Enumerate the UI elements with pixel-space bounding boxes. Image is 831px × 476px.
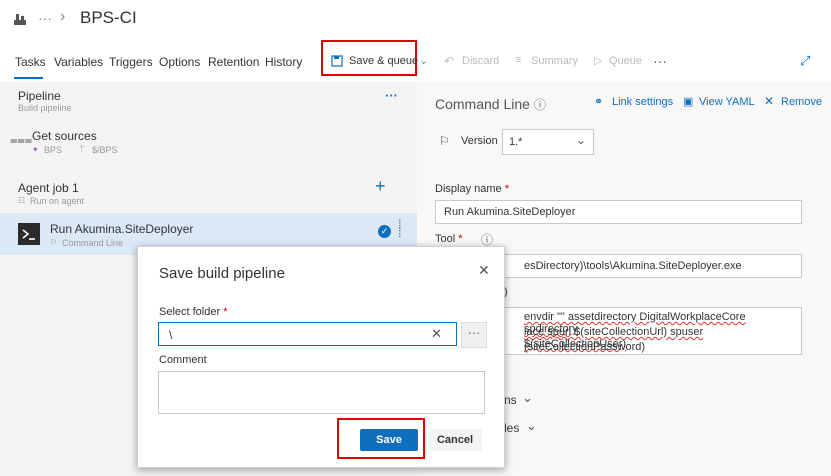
more-actions-button[interactable]: ··· bbox=[653, 53, 667, 69]
link-icon: ⚭ bbox=[594, 96, 604, 108]
expand-icon[interactable]: ⤢ bbox=[800, 53, 810, 69]
yaml-icon: ▣ bbox=[683, 96, 694, 108]
chevron-down-icon: ⌄ bbox=[576, 133, 587, 147]
arguments-line-3: (siteCollectionPassword) bbox=[524, 341, 646, 353]
save-icon bbox=[331, 55, 343, 67]
branch-name: $/BPS bbox=[92, 145, 118, 155]
breadcrumb-separator: › bbox=[60, 8, 66, 25]
remove-button[interactable]: Remove bbox=[781, 96, 822, 108]
agent-icon: ☷ bbox=[18, 196, 26, 205]
folder-label: Select folder * bbox=[159, 306, 228, 318]
task-title: Run Akumina.SiteDeployer bbox=[50, 222, 194, 236]
save-button[interactable]: Save bbox=[360, 429, 418, 451]
tab-bar: Tasks Variables Triggers Options Retenti… bbox=[0, 40, 831, 80]
save-pipeline-dialog: Save build pipeline ✕ Select folder * \ … bbox=[137, 246, 505, 468]
breadcrumb-more-button[interactable]: ··· bbox=[38, 10, 52, 26]
dialog-close-icon[interactable]: ✕ bbox=[478, 262, 490, 279]
chevron-down-icon[interactable]: ⌄ bbox=[526, 418, 537, 434]
folder-input[interactable]: \ ✕ bbox=[158, 322, 457, 346]
pipeline-build-icon bbox=[13, 12, 27, 26]
discard-button[interactable]: Discard bbox=[462, 55, 499, 67]
title-bar: ··· › BPS-CI bbox=[0, 0, 831, 40]
tool-value: esDirectory)\tools\Akumina.SiteDeployer.… bbox=[524, 260, 742, 272]
task-subtitle: Command Line bbox=[62, 238, 124, 248]
version-value: 1.* bbox=[509, 136, 523, 148]
page-title: BPS-CI bbox=[80, 8, 137, 27]
version-select[interactable]: 1.* ⌄ bbox=[502, 129, 594, 155]
agent-job-row[interactable]: Agent job 1 ☷ Run on agent + bbox=[0, 176, 417, 208]
summary-icon: ≡ bbox=[515, 54, 522, 66]
repo-name: BPS bbox=[44, 145, 63, 155]
version-label: Version bbox=[461, 135, 498, 147]
tab-triggers[interactable]: Triggers bbox=[109, 55, 153, 69]
chevron-down-icon[interactable]: ⌄ bbox=[522, 390, 533, 406]
display-name-value: Run Akumina.SiteDeployer bbox=[444, 206, 576, 218]
command-line-icon bbox=[18, 223, 40, 245]
version-flag-icon: ⚐ bbox=[439, 134, 450, 148]
pipeline-title: Pipeline bbox=[18, 89, 61, 103]
comment-label: Comment bbox=[159, 354, 207, 366]
pipeline-subtitle: Build pipeline bbox=[18, 103, 72, 113]
tool-label: Tool * bbox=[435, 233, 463, 245]
panel-title: Command Line bbox=[435, 96, 530, 112]
pipeline-header[interactable]: Pipeline Build pipeline ··· bbox=[0, 82, 417, 118]
get-sources-title: Get sources bbox=[32, 129, 97, 143]
display-name-label: Display name * bbox=[435, 183, 509, 195]
drag-handle-icon[interactable]: ⁞ ⁞ bbox=[398, 218, 402, 239]
section-variables-fragment[interactable]: les bbox=[504, 421, 519, 435]
remove-icon: ✕ bbox=[764, 94, 775, 108]
cancel-button[interactable]: Cancel bbox=[428, 429, 482, 451]
enabled-check-icon: ✓ bbox=[378, 225, 391, 238]
branch-icon: ᛘ bbox=[79, 144, 85, 154]
tab-retention[interactable]: Retention bbox=[208, 55, 259, 69]
clear-input-icon[interactable]: ✕ bbox=[431, 326, 442, 342]
link-settings-button[interactable]: Link settings bbox=[612, 96, 673, 108]
tab-options[interactable]: Options bbox=[159, 55, 200, 69]
dialog-title: Save build pipeline bbox=[159, 265, 285, 282]
info-icon[interactable]: ⓘ bbox=[534, 96, 546, 113]
pipeline-more-button[interactable]: ··· bbox=[385, 88, 398, 103]
summary-button[interactable]: Summary bbox=[531, 55, 578, 67]
task-type-icon: ⚐ bbox=[50, 238, 58, 247]
display-name-input[interactable]: Run Akumina.SiteDeployer bbox=[435, 200, 802, 224]
save-queue-chevron-icon[interactable]: ⌄ bbox=[419, 54, 428, 67]
section-advanced-fragment[interactable]: ns bbox=[504, 393, 517, 407]
get-sources-icon: ⩶ bbox=[10, 132, 33, 147]
view-yaml-button[interactable]: View YAML bbox=[699, 96, 755, 108]
comment-textarea[interactable] bbox=[158, 371, 485, 414]
save-queue-button[interactable]: Save & queue bbox=[349, 55, 418, 67]
get-sources-row[interactable]: ⩶ Get sources ✦ BPS ᛘ $/BPS bbox=[0, 126, 417, 162]
tab-history[interactable]: History bbox=[265, 55, 302, 69]
active-tab-indicator bbox=[14, 77, 43, 79]
agent-job-subtitle: Run on agent bbox=[30, 196, 85, 206]
tab-tasks[interactable]: Tasks bbox=[15, 55, 46, 69]
play-icon: ▷ bbox=[594, 55, 603, 67]
tab-variables[interactable]: Variables bbox=[54, 55, 103, 69]
folder-value: \ bbox=[169, 328, 173, 342]
add-task-icon[interactable]: + bbox=[375, 176, 386, 197]
queue-button[interactable]: Queue bbox=[609, 55, 642, 67]
undo-icon: ↶ bbox=[444, 54, 455, 68]
repo-icon: ✦ bbox=[32, 145, 39, 154]
agent-job-title: Agent job 1 bbox=[18, 181, 79, 195]
browse-folder-button[interactable]: ··· bbox=[461, 322, 487, 348]
